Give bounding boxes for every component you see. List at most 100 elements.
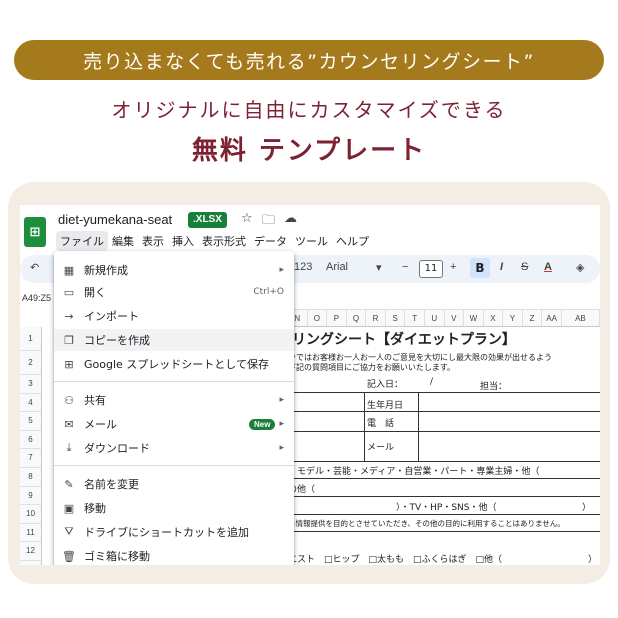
sheet-intro[interactable]: ンではお客様お一人お一人のご意見を大切にし最大限の効果が出せるよう 下記の質問項… — [288, 353, 600, 373]
date-slash-cell[interactable]: / — [430, 377, 433, 387]
column-header[interactable]: R — [366, 310, 386, 326]
move-folder-icon[interactable]: 🗀 — [262, 211, 275, 233]
menu-help[interactable]: ヘルプ — [332, 231, 373, 251]
font-size-input[interactable]: 11 — [419, 260, 443, 278]
row-header[interactable]: 9 — [20, 486, 42, 506]
menu-item-download[interactable]: ⤓ ダウンロード ▸ — [54, 437, 294, 459]
row-header[interactable]: 5 — [20, 412, 42, 431]
import-icon: → — [64, 309, 74, 323]
row-header[interactable]: 8 — [20, 467, 42, 487]
trash-icon: 🗑 — [62, 549, 76, 563]
row-header[interactable]: 2 — [20, 351, 42, 375]
cell-border — [288, 461, 600, 462]
row-header[interactable]: 7 — [20, 449, 42, 468]
cell-border — [288, 478, 600, 479]
row-header[interactable]: 1 — [20, 327, 42, 351]
promo-banner-text: 売り込まなくても売れる”カウンセリングシート” — [83, 50, 535, 73]
source-end-cell[interactable]: ） — [582, 500, 591, 513]
mail-icon: ✉ — [64, 417, 74, 431]
column-header[interactable]: Z — [523, 310, 543, 326]
phone-label-cell[interactable]: 電 話 — [367, 416, 394, 429]
sheets-app-window: ⊞ diet-yumekana-seat .XLSX ☆ 🗀 ☁ ファイル 編集… — [20, 205, 600, 565]
column-header[interactable]: U — [425, 310, 445, 326]
privacy-note-cell[interactable]: る情報提供を目的とさせていただき、その他の目的に利用することはありません。 — [288, 518, 565, 529]
column-header[interactable]: X — [484, 310, 504, 326]
column-header[interactable]: P — [327, 310, 347, 326]
menu-item-new[interactable]: ▦ 新規作成 ▸ — [54, 259, 294, 281]
menu-item-label: コピーを作成 — [84, 334, 150, 347]
menu-item-make-copy[interactable]: ❐ コピーを作成 — [54, 329, 294, 351]
menu-item-label: 名前を変更 — [84, 478, 139, 491]
move-icon: ▣ — [63, 501, 75, 515]
menu-edit[interactable]: 編集 — [108, 231, 138, 251]
column-header[interactable]: AA — [542, 310, 562, 326]
menu-item-import[interactable]: → インポート — [54, 305, 294, 327]
row-header[interactable]: 13 — [20, 560, 42, 565]
font-size-decrease-button[interactable]: − — [402, 261, 408, 273]
font-dropdown-icon[interactable]: ▾ — [376, 261, 382, 274]
font-family-select[interactable]: Arial — [326, 261, 348, 273]
file-type-badge: .XLSX — [188, 212, 227, 228]
menu-item-move[interactable]: ▣ 移動 — [54, 497, 294, 519]
fill-color-icon[interactable]: ◈ — [576, 261, 584, 274]
row-header[interactable]: 11 — [20, 523, 42, 543]
column-header[interactable]: T — [405, 310, 425, 326]
promo-banner: 売り込まなくても売れる”カウンセリングシート” — [14, 40, 604, 80]
body-parts-end-cell[interactable]: ） — [588, 552, 597, 565]
new-sheet-icon: ▦ — [63, 263, 75, 277]
row-header[interactable]: 12 — [20, 542, 42, 561]
sheet-heading[interactable]: リングシート【ダイエットプラン】 — [292, 329, 516, 349]
column-header[interactable]: W — [464, 310, 484, 326]
menu-format[interactable]: 表示形式 — [198, 231, 250, 251]
menu-tools[interactable]: ツール — [291, 231, 332, 251]
column-header[interactable]: S — [386, 310, 406, 326]
undo-icon[interactable]: ↶ — [30, 261, 39, 274]
column-header[interactable]: V — [445, 310, 465, 326]
menu-item-add-shortcut[interactable]: ⛛ ドライブにショートカットを追加 — [54, 521, 294, 543]
strikethrough-button[interactable]: S — [521, 261, 528, 273]
menu-item-open[interactable]: ▭ 開く Ctrl+O — [54, 281, 294, 303]
body-parts-cell[interactable]: エスト □ヒップ □太もも □ふくらはぎ □他（ — [288, 552, 502, 565]
document-title[interactable]: diet-yumekana-seat — [58, 212, 172, 227]
promo-title: 無料 テンプレート — [191, 136, 427, 166]
email-label-cell[interactable]: メール — [367, 440, 394, 453]
row-header[interactable]: 6 — [20, 430, 42, 450]
birthdate-label-cell[interactable]: 生年月日 — [367, 398, 403, 411]
row-header[interactable]: 4 — [20, 393, 42, 413]
font-size-increase-button[interactable]: + — [450, 261, 456, 273]
menu-insert[interactable]: 挿入 — [168, 231, 198, 251]
menu-file[interactable]: ファイル — [56, 231, 108, 251]
cloud-status-icon[interactable]: ☁ — [284, 211, 297, 226]
name-box[interactable]: A49:Z5 — [22, 293, 51, 303]
menu-item-email[interactable]: ✉ メール New ▸ — [54, 413, 294, 435]
column-header[interactable]: AB — [562, 310, 600, 326]
menu-item-label: ゴミ箱に移動 — [84, 550, 150, 563]
italic-button[interactable]: I — [500, 261, 503, 273]
menu-item-label: ダウンロード — [84, 442, 150, 455]
menu-item-save-as-sheets[interactable]: ⊞ Google スプレッドシートとして保存 — [54, 353, 294, 375]
cell-border — [288, 514, 600, 515]
menu-data[interactable]: データ — [250, 231, 291, 251]
date-label-cell[interactable]: 記入日： — [367, 377, 403, 390]
column-header[interactable]: Y — [503, 310, 523, 326]
star-icon[interactable]: ☆ — [241, 211, 253, 226]
occupation-cell[interactable]: ・モデル・芸能・メディア・自営業・パート・専業主婦・他（ — [288, 464, 539, 477]
column-header[interactable]: Q — [347, 310, 367, 326]
column-header[interactable]: O — [308, 310, 328, 326]
menu-item-share[interactable]: ⚇ 共有 ▸ — [54, 389, 294, 411]
sheets-logo-icon[interactable]: ⊞ — [24, 217, 46, 247]
menu-item-label: 共有 — [84, 394, 106, 407]
menu-view[interactable]: 表示 — [138, 231, 168, 251]
rename-icon: ✎ — [64, 477, 74, 491]
staff-label-cell[interactable]: 担当： — [480, 379, 507, 392]
source-cell[interactable]: ）・TV・HP・SNS・他（ — [396, 500, 497, 513]
menu-item-trash[interactable]: 🗑 ゴミ箱に移動 — [54, 545, 294, 565]
zoom-value[interactable]: 123 — [294, 261, 312, 273]
text-color-button[interactable]: A — [544, 261, 552, 273]
menu-item-label: Google スプレッドシートとして保存 — [84, 358, 269, 371]
row-header[interactable]: 3 — [20, 375, 42, 394]
row-header[interactable]: 10 — [20, 505, 42, 524]
cell-border — [418, 392, 419, 461]
menu-item-rename[interactable]: ✎ 名前を変更 — [54, 473, 294, 495]
bold-button[interactable]: B — [470, 258, 490, 278]
